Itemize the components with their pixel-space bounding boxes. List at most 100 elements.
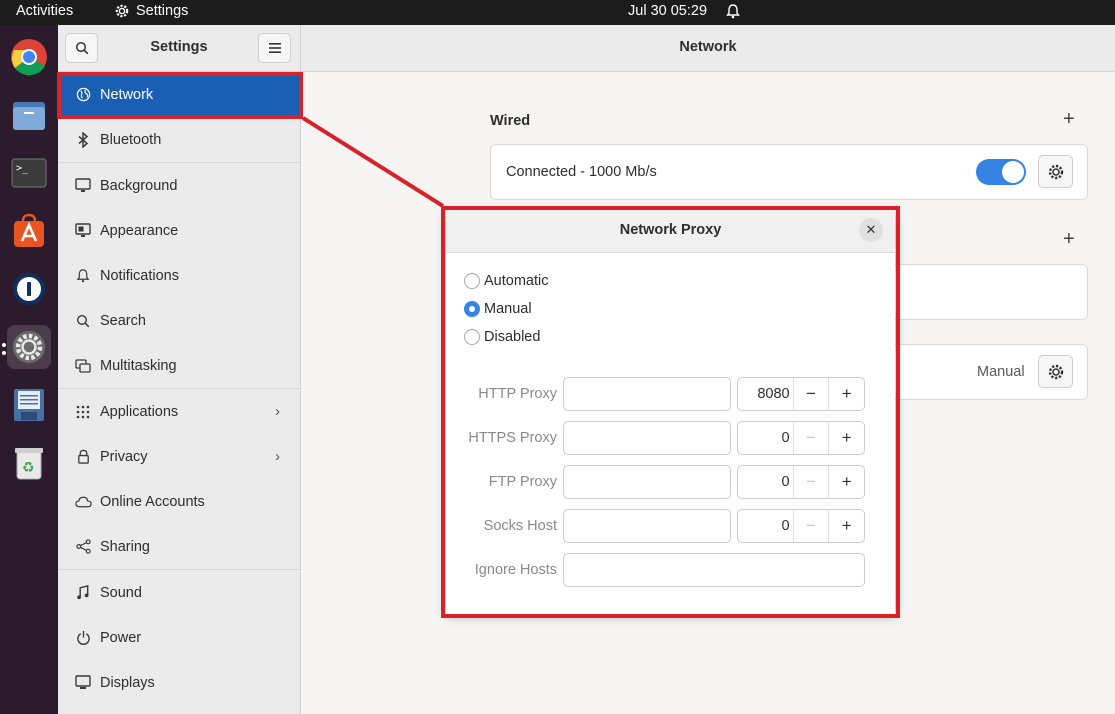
sidebar-item-applications[interactable]: Applications › (58, 389, 300, 434)
close-button[interactable]: ✕ (859, 218, 883, 242)
increment-button[interactable]: + (828, 422, 864, 454)
app-center-icon[interactable] (7, 209, 51, 253)
sidebar-item-label: Bluetooth (100, 131, 162, 148)
https-port-stepper[interactable]: 0 − + (737, 421, 865, 455)
gear-icon (1048, 364, 1063, 379)
wired-toggle[interactable] (976, 159, 1026, 185)
monitor-icon (72, 178, 94, 193)
running-indicator (2, 343, 6, 347)
sidebar-item-label: Sharing (100, 538, 150, 555)
menu-button[interactable] (258, 33, 291, 63)
activities-button[interactable]: Activities (16, 3, 73, 19)
sidebar-item-label: Sound (100, 584, 142, 601)
app-name: Settings (136, 3, 189, 19)
http-proxy-input[interactable] (563, 377, 731, 411)
proxy-status: Manual (977, 364, 1025, 380)
lock-icon (72, 449, 94, 464)
running-indicator (2, 351, 6, 355)
sidebar-item-displays[interactable]: Displays (58, 660, 300, 705)
sidebar-item-search[interactable]: Search (58, 298, 300, 343)
connection-status: Connected - 1000 Mb/s (506, 164, 657, 180)
port-value[interactable]: 8080 (738, 378, 793, 410)
increment-button[interactable]: + (828, 378, 864, 410)
decrement-button[interactable]: − (792, 378, 829, 410)
increment-button[interactable]: + (828, 466, 864, 498)
port-value[interactable]: 0 (738, 510, 793, 542)
sidebar-item-notifications[interactable]: Notifications (58, 253, 300, 298)
sidebar-item-multitasking[interactable]: Multitasking (58, 343, 300, 388)
socks-port-stepper[interactable]: 0 − + (737, 509, 865, 543)
sidebar-item-label: Multitasking (100, 357, 177, 374)
https-proxy-input[interactable] (563, 421, 731, 455)
svg-text:>_: >_ (16, 163, 29, 174)
sidebar-item-online-accounts[interactable]: Online Accounts (58, 479, 300, 524)
port-value[interactable]: 0 (738, 422, 793, 454)
share-icon (72, 539, 94, 554)
svg-text:♻: ♻ (22, 460, 35, 476)
radio-label: Manual (484, 301, 532, 317)
sidebar-item-network[interactable]: Network (58, 72, 300, 117)
proxy-settings-button[interactable] (1038, 355, 1073, 388)
display-icon (72, 675, 94, 690)
bluetooth-icon (72, 131, 94, 148)
power-icon (72, 630, 94, 645)
sidebar-item-label: Appearance (100, 222, 179, 239)
settings-sidebar: Settings Network Bluetooth Background Ap… (58, 25, 301, 714)
ftp-port-stepper[interactable]: 0 − + (737, 465, 865, 499)
sidebar-item-label: Displays (100, 674, 155, 691)
terminal-icon[interactable]: >_ (7, 151, 51, 195)
music-note-icon (72, 585, 94, 600)
http-port-stepper[interactable]: 8080 − + (737, 377, 865, 411)
radio-indicator (464, 301, 480, 317)
ftp-proxy-label: FTP Proxy (488, 474, 557, 490)
wired-connection-row: Connected - 1000 Mb/s (490, 144, 1088, 200)
sidebar-item-label: Applications (100, 403, 179, 420)
decrement-button[interactable]: − (792, 466, 829, 498)
sidebar-item-label: Search (100, 312, 146, 329)
add-wired-button[interactable]: + (1063, 108, 1075, 131)
ftp-proxy-input[interactable] (563, 465, 731, 499)
network-proxy-dialog: Network Proxy ✕ Automatic Manual Disable… (446, 210, 895, 614)
bell-icon (72, 268, 94, 283)
ignore-hosts-input[interactable] (563, 553, 865, 587)
toggle-knob (1002, 161, 1024, 183)
settings-icon[interactable] (7, 325, 51, 369)
socks-host-input[interactable] (563, 509, 731, 543)
top-bar: Activities Settings Jul 30 05:29 (0, 0, 1115, 25)
wired-settings-button[interactable] (1038, 155, 1073, 188)
chrome-icon[interactable] (7, 35, 51, 79)
radio-indicator (464, 329, 480, 345)
sidebar-item-background[interactable]: Background (58, 163, 300, 208)
sidebar-item-power[interactable]: Power (58, 615, 300, 660)
sidebar-item-label: Background (100, 177, 178, 194)
gear-icon (115, 4, 129, 18)
sidebar-item-label: Power (100, 629, 142, 646)
add-vpn-button[interactable]: + (1063, 228, 1075, 251)
decrement-button[interactable]: − (792, 422, 829, 454)
sidebar-item-sound[interactable]: Sound (58, 570, 300, 615)
radio-disabled[interactable]: Disabled (464, 329, 540, 345)
app-menu[interactable]: Settings (114, 3, 188, 19)
sidebar-item-appearance[interactable]: Appearance (58, 208, 300, 253)
radio-manual[interactable]: Manual (464, 301, 532, 317)
chevron-right-icon: › (275, 403, 280, 420)
trash-icon[interactable]: ♻ (7, 441, 51, 485)
sidebar-item-privacy[interactable]: Privacy › (58, 434, 300, 479)
radio-automatic[interactable]: Automatic (464, 273, 548, 289)
alarm-icon[interactable] (726, 3, 740, 23)
increment-button[interactable]: + (828, 510, 864, 542)
sidebar-item-bluetooth[interactable]: Bluetooth (58, 117, 300, 162)
clock[interactable]: Jul 30 05:29 (628, 3, 707, 19)
search-icon (72, 314, 94, 328)
appearance-icon (72, 223, 94, 238)
password-manager-icon[interactable] (7, 267, 51, 311)
save-icon[interactable] (7, 383, 51, 427)
port-value[interactable]: 0 (738, 466, 793, 498)
files-icon[interactable] (7, 93, 51, 137)
radio-label: Automatic (484, 273, 549, 289)
decrement-button[interactable]: − (792, 510, 829, 542)
wired-section-label: Wired (490, 113, 531, 129)
sidebar-header: Settings (58, 25, 300, 72)
https-proxy-label: HTTPS Proxy (468, 430, 557, 446)
sidebar-item-sharing[interactable]: Sharing (58, 524, 300, 569)
